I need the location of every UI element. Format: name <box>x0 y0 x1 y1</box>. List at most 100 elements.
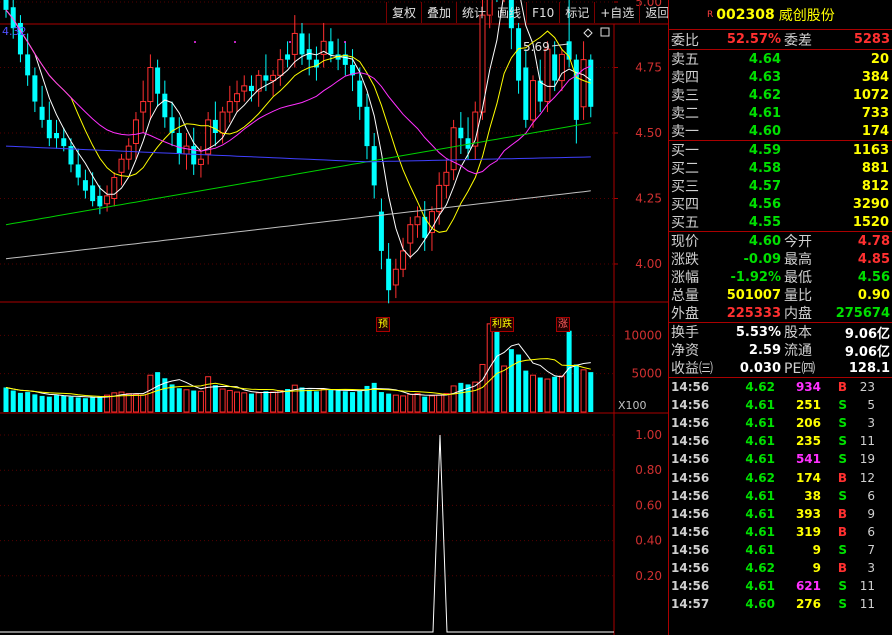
candle-body-up <box>234 93 241 103</box>
tick-volume: 541 <box>795 452 821 467</box>
quote-value-2: 4.85 <box>857 251 890 267</box>
quote-label-2: 今开 <box>784 234 812 250</box>
tick-row: 14:56 4.62 934 B 23 <box>669 378 892 396</box>
stock-code: 002308 <box>716 6 775 23</box>
order-ratio-row: 委比 52.57% 委差 5283 <box>669 30 892 49</box>
quote-panel: R 002308 威创股份 委比 52.57% 委差 5283 卖五 4.64 20… <box>668 0 892 635</box>
volume-bar-down <box>97 396 103 412</box>
tick-row: 14:56 4.61 393 B 9 <box>669 505 892 523</box>
tick-volume: 393 <box>795 506 821 521</box>
candle-body-up <box>443 171 450 186</box>
candle-body-down <box>573 59 579 120</box>
toolbar-button-0[interactable]: 复权 <box>386 2 421 23</box>
tick-price: 4.60 <box>745 597 775 612</box>
tick-list[interactable]: 14:56 4.62 934 B 23 14:56 4.61 251 S 5 14:56 4.61 20… <box>669 378 892 613</box>
ma20-line <box>5 9 592 175</box>
quote-label: 现价 <box>671 234 699 250</box>
candle-body-down <box>523 67 529 120</box>
tick-price: 4.61 <box>745 542 775 557</box>
toolbar-button-3[interactable]: 画线 <box>491 2 526 23</box>
candle-body-up <box>132 119 139 144</box>
sell-volume: 384 <box>861 69 889 85</box>
buy-row[interactable]: 买二 4.58 881 <box>669 159 892 178</box>
candle-body-down <box>212 119 218 133</box>
candle-body-down <box>32 75 38 102</box>
tick-volume: 9 <box>812 542 821 557</box>
volume-bar-down <box>508 349 514 412</box>
tick-count: 5 <box>867 398 875 413</box>
volume-bar-down <box>17 392 23 412</box>
tick-count: 11 <box>859 579 875 594</box>
sell-volume: 1072 <box>852 87 889 103</box>
buy-level-label: 买四 <box>671 197 699 213</box>
toolbar-button-5[interactable]: 标记 <box>559 2 594 23</box>
event-tag-profit-fall[interactable]: 利跌 <box>490 317 514 332</box>
candle-body-up <box>291 32 298 55</box>
candle-body-up <box>241 85 248 92</box>
fund-value: 5.53% <box>735 324 781 340</box>
buy-row[interactable]: 买五 4.55 1520 <box>669 213 892 232</box>
buy-row[interactable]: 买四 4.56 3290 <box>669 195 892 214</box>
toolbar-button-1[interactable]: 叠加 <box>421 2 456 23</box>
candle-body-down <box>248 85 254 92</box>
tick-count: 12 <box>859 470 875 485</box>
toolbar-button-6[interactable]: +自选 <box>594 2 639 23</box>
toolbar-button-4[interactable]: F10 <box>526 2 559 23</box>
tick-count: 7 <box>867 542 875 557</box>
sell-row[interactable]: 卖一 4.60 174 <box>669 122 892 141</box>
tick-count: 9 <box>867 506 875 521</box>
sell-row[interactable]: 卖五 4.64 20 <box>669 50 892 69</box>
order-diff-label: 委差 <box>784 32 812 49</box>
volume-bar-down <box>169 384 175 412</box>
tick-count: 11 <box>859 434 875 449</box>
toolbar-button-2[interactable]: 统计 <box>456 2 491 23</box>
tick-row: 14:56 4.61 235 S 11 <box>669 432 892 450</box>
sell-price: 4.63 <box>748 69 781 85</box>
event-tag-rise[interactable]: 涨 <box>556 317 570 332</box>
candle-body-up <box>197 158 204 165</box>
price-corner-label: 4.32 <box>2 25 27 38</box>
volume-bar-down <box>82 398 88 412</box>
buy-row[interactable]: 买一 4.59 1163 <box>669 141 892 160</box>
volume-bar-down <box>3 387 9 412</box>
tick-side: S <box>838 434 847 449</box>
kline-chart-area[interactable]: 4.004.254.504.755.005.255.505000100000.2… <box>0 0 669 635</box>
order-ratio-section: 委比 52.57% 委差 5283 <box>669 30 892 50</box>
tick-time: 14:57 <box>671 597 710 612</box>
candle-body-down <box>25 54 31 76</box>
candle-body-up <box>277 59 284 76</box>
tick-side: B <box>837 380 847 395</box>
tick-time: 14:56 <box>671 579 710 594</box>
volume-unit-label: X100 <box>618 399 647 412</box>
event-tag-forecast[interactable]: 预 <box>376 317 390 332</box>
price-tick-label: 4.00 <box>635 257 662 271</box>
candle-body-down <box>162 93 168 118</box>
volume-bar-up <box>125 393 132 413</box>
volume-bar-up <box>104 394 111 413</box>
tick-side: S <box>838 398 847 413</box>
tick-price: 4.61 <box>745 452 775 467</box>
sell-volume: 20 <box>870 51 889 67</box>
quote-row: 现价 4.60 今开 4.78 <box>669 232 892 251</box>
tick-side: B <box>837 506 847 521</box>
volume-bar-down <box>422 396 428 412</box>
volume-bar-up <box>320 388 327 413</box>
tick-time: 14:56 <box>671 470 710 485</box>
sell-row[interactable]: 卖二 4.61 733 <box>669 104 892 123</box>
sell-row[interactable]: 卖四 4.63 384 <box>669 68 892 87</box>
stock-title[interactable]: R 002308 威创股份 <box>669 0 892 30</box>
volume-bar-up <box>580 369 587 413</box>
fund-label: 收益㈢ <box>671 361 713 377</box>
candle-body-up <box>392 268 399 286</box>
volume-bar-down <box>263 391 269 412</box>
volume-bar-down <box>328 389 334 412</box>
tick-volume: 174 <box>795 470 821 485</box>
marker-dot <box>289 41 291 43</box>
volume-bar-up <box>234 391 241 413</box>
sell-row[interactable]: 卖三 4.62 1072 <box>669 86 892 105</box>
buy-row[interactable]: 买三 4.57 812 <box>669 177 892 196</box>
tick-price: 4.62 <box>745 470 775 485</box>
quote-label-2: 最高 <box>784 252 812 268</box>
indicator-line <box>0 434 614 633</box>
volume-bar-down <box>386 393 392 412</box>
